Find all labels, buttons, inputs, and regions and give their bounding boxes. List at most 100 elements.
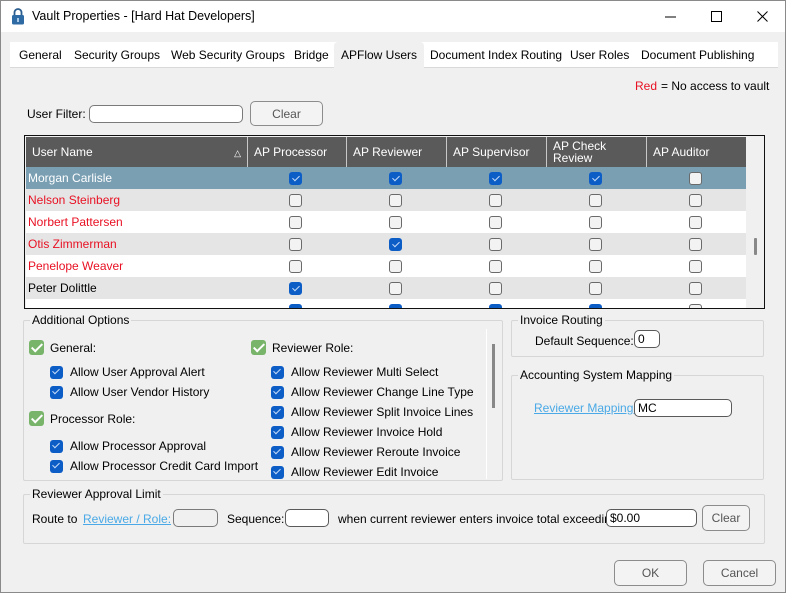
tab-apflow-users[interactable]: APFlow Users	[334, 42, 425, 68]
cancel-button[interactable]: Cancel	[703, 560, 776, 586]
ap-auditor-checkbox[interactable]	[689, 238, 702, 251]
tab-document-index-routing[interactable]: Document Index Routing	[423, 42, 569, 68]
allow-reviewer-invoice-hold-checkbox[interactable]: Allow Reviewer Invoice Hold	[271, 425, 442, 439]
clear-amount-button[interactable]: Clear	[702, 505, 750, 531]
clear-filter-button[interactable]: Clear	[250, 101, 323, 126]
allow-reviewer-multi-select-checkbox[interactable]: Allow Reviewer Multi Select	[271, 365, 438, 379]
ap-processor-checkbox[interactable]	[289, 238, 302, 251]
grid-scrollbar-thumb[interactable]	[754, 238, 757, 255]
general-options-checkbox[interactable]: General:	[29, 340, 96, 355]
ap-auditor-checkbox[interactable]	[689, 304, 702, 308]
column-header-ap-reviewer[interactable]: AP Reviewer	[347, 137, 447, 167]
table-row[interactable]: Morgan Carlisle	[26, 167, 746, 189]
ap-auditor-checkbox[interactable]	[689, 282, 702, 295]
ap-reviewer-checkbox[interactable]	[389, 238, 402, 251]
ap-check-review-checkbox[interactable]	[589, 282, 602, 295]
ap-supervisor-checkbox[interactable]	[489, 238, 502, 251]
reviewer-mapping-link[interactable]: Reviewer Mapping:	[534, 401, 637, 415]
table-row[interactable]: Otis Zimmerman	[26, 233, 746, 255]
ap-processor-checkbox[interactable]	[289, 282, 302, 295]
checkbox-checked-icon	[271, 405, 284, 419]
ap-check-review-checkbox[interactable]	[589, 260, 602, 273]
column-header-ap-supervisor[interactable]: AP Supervisor	[447, 137, 547, 167]
processor-role-checkbox[interactable]: Processor Role:	[29, 411, 135, 426]
ap-check-review-checkbox[interactable]	[589, 304, 602, 308]
ok-button[interactable]: OK	[614, 560, 687, 586]
ap-auditor-checkbox[interactable]	[689, 260, 702, 273]
column-header-user-name[interactable]: User Name △	[26, 137, 248, 167]
ap-supervisor-checkbox[interactable]	[489, 172, 502, 185]
default-sequence-input[interactable]	[634, 330, 660, 348]
ap-check-review-checkbox[interactable]	[589, 172, 602, 185]
option-label: General:	[50, 340, 97, 355]
options-scrollbar-thumb[interactable]	[492, 344, 495, 408]
ap-supervisor-checkbox[interactable]	[489, 304, 502, 308]
tab-bridge[interactable]: Bridge	[287, 42, 336, 68]
allow-user-vendor-history-checkbox[interactable]: Allow User Vendor History	[50, 385, 209, 399]
column-header-ap-processor[interactable]: AP Processor	[248, 137, 347, 167]
ap-processor-checkbox[interactable]	[289, 194, 302, 207]
minimize-icon	[664, 16, 676, 18]
table-row[interactable]: Norbert Pattersen	[26, 211, 746, 233]
reviewer-role-checkbox[interactable]: Reviewer Role:	[251, 340, 353, 355]
ap-reviewer-checkbox[interactable]	[389, 172, 402, 185]
checkbox-checked-icon	[271, 465, 284, 479]
option-label: Allow Reviewer Split Invoice Lines	[291, 405, 474, 419]
minimize-button[interactable]	[647, 1, 693, 32]
ap-auditor-checkbox[interactable]	[689, 216, 702, 229]
ap-check-review-checkbox[interactable]	[589, 238, 602, 251]
close-button[interactable]	[739, 1, 785, 32]
table-row[interactable]: Peter Dolittle	[26, 277, 746, 299]
ap-supervisor-checkbox[interactable]	[489, 260, 502, 273]
maximize-button[interactable]	[693, 1, 739, 32]
tab-general[interactable]: General	[12, 42, 69, 68]
checkbox-checked-icon	[50, 365, 63, 379]
ap-processor-checkbox[interactable]	[289, 304, 302, 308]
tab-user-roles[interactable]: User Roles	[563, 42, 636, 68]
allow-user-approval-alert-checkbox[interactable]: Allow User Approval Alert	[50, 365, 205, 379]
user-filter-input[interactable]	[89, 105, 243, 123]
reviewer-role-link[interactable]: Reviewer / Role:	[83, 512, 171, 526]
option-label: Allow Reviewer Invoice Hold	[291, 425, 443, 439]
ap-reviewer-checkbox[interactable]	[389, 304, 402, 308]
ap-supervisor-checkbox[interactable]	[489, 216, 502, 229]
column-header-ap-check-review[interactable]: AP Check Review	[547, 137, 647, 167]
allow-reviewer-split-invoice-lines-checkbox[interactable]: Allow Reviewer Split Invoice Lines	[271, 405, 473, 419]
ap-reviewer-checkbox[interactable]	[389, 282, 402, 295]
user-name-cell: Norbert Pattersen	[28, 215, 123, 229]
allow-reviewer-edit-invoice-checkbox[interactable]: Allow Reviewer Edit Invoice	[271, 465, 438, 479]
ap-processor-checkbox[interactable]	[289, 172, 302, 185]
ap-supervisor-checkbox[interactable]	[489, 282, 502, 295]
ap-auditor-checkbox[interactable]	[689, 172, 702, 185]
table-row[interactable]	[26, 299, 746, 308]
option-label: Allow Reviewer Change Line Type	[291, 385, 474, 399]
tab-document-publishing[interactable]: Document Publishing	[634, 42, 761, 68]
sort-ascending-icon: △	[234, 148, 241, 158]
ap-supervisor-checkbox[interactable]	[489, 194, 502, 207]
allow-reviewer-reroute-invoice-checkbox[interactable]: Allow Reviewer Reroute Invoice	[271, 445, 460, 459]
reviewer-role-input[interactable]	[173, 509, 218, 527]
sequence-input[interactable]	[285, 509, 329, 527]
ap-reviewer-checkbox[interactable]	[389, 216, 402, 229]
table-row[interactable]: Nelson Steinberg	[26, 189, 746, 211]
tab-web-security-groups[interactable]: Web Security Groups	[164, 42, 292, 68]
allow-processor-approval-checkbox[interactable]: Allow Processor Approval	[50, 439, 206, 453]
option-label: Allow Reviewer Multi Select	[291, 365, 439, 379]
option-label: Allow Processor Approval	[70, 439, 207, 453]
option-label: Allow User Approval Alert	[70, 365, 205, 379]
ap-auditor-checkbox[interactable]	[689, 194, 702, 207]
ap-reviewer-checkbox[interactable]	[389, 260, 402, 273]
grid-scrollbar[interactable]	[746, 136, 764, 308]
tab-security-groups[interactable]: Security Groups	[67, 42, 167, 68]
column-header-ap-auditor[interactable]: AP Auditor	[647, 137, 746, 167]
ap-processor-checkbox[interactable]	[289, 260, 302, 273]
ap-check-review-checkbox[interactable]	[589, 194, 602, 207]
ap-processor-checkbox[interactable]	[289, 216, 302, 229]
reviewer-mapping-input[interactable]	[634, 399, 732, 417]
allow-processor-credit-card-import-checkbox[interactable]: Allow Processor Credit Card Import	[50, 459, 258, 473]
ap-reviewer-checkbox[interactable]	[389, 194, 402, 207]
table-row[interactable]: Penelope Weaver	[26, 255, 746, 277]
allow-reviewer-change-line-type-checkbox[interactable]: Allow Reviewer Change Line Type	[271, 385, 474, 399]
ap-check-review-checkbox[interactable]	[589, 216, 602, 229]
amount-input[interactable]	[606, 509, 697, 527]
